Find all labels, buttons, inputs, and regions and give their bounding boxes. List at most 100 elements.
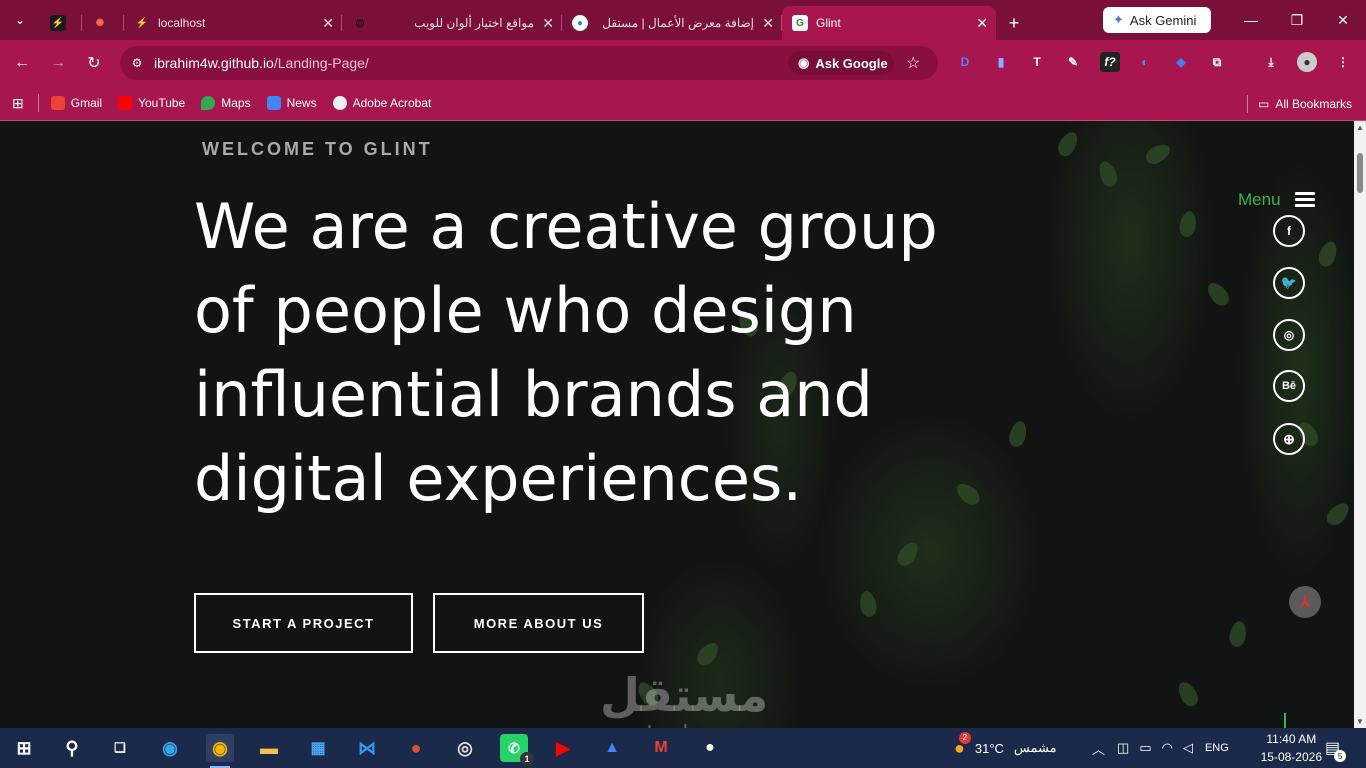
github-icon[interactable]: ● <box>696 734 724 762</box>
apps-grid-icon[interactable]: ⊞ <box>12 95 24 112</box>
extension-d-icon[interactable]: D <box>955 52 975 72</box>
extension-diamond-icon[interactable]: ◆ <box>1171 52 1191 72</box>
twitter-icon[interactable]: 🐦 <box>1273 267 1305 299</box>
bookmark-news[interactable]: News <box>266 96 317 110</box>
color-picker-icon[interactable]: ✎ <box>1063 52 1083 72</box>
address-bar[interactable]: ⚙ ibrahim4w.github.io/Landing-Page/ ◉ As… <box>120 46 938 80</box>
kebab-menu-icon[interactable]: ⋮ <box>1333 52 1353 72</box>
tab-localhost[interactable]: ⚡ localhost ✕ <box>124 6 342 40</box>
behance-icon[interactable]: Bē <box>1273 370 1305 402</box>
url-text[interactable]: ibrahim4w.github.io/Landing-Page/ <box>154 55 369 71</box>
extensions-puzzle-icon[interactable]: ⧉ <box>1207 52 1227 72</box>
close-icon[interactable]: ✕ <box>762 15 774 32</box>
bookmark-label: Maps <box>221 96 251 110</box>
site-info-icon[interactable]: ⚙ <box>120 56 154 70</box>
bookmark-gmail[interactable]: Gmail <box>50 96 102 110</box>
bookmark-adobe-acrobat[interactable]: Adobe Acrobat <box>332 96 432 110</box>
volume-icon[interactable]: ◁ <box>1183 740 1193 756</box>
whatsapp-icon[interactable]: ✆ 1 <box>500 734 534 766</box>
battery-icon[interactable]: ▭ <box>1139 740 1151 756</box>
weather-widget[interactable]: ● 2 31°C مشمس <box>954 728 1057 768</box>
mostaql-icon: ● <box>572 15 588 31</box>
store-icon[interactable]: ▦ <box>304 734 332 762</box>
facebook-icon[interactable]: f <box>1273 215 1305 247</box>
edge-icon[interactable]: ◉ <box>156 734 184 762</box>
new-tab-button[interactable]: + <box>996 6 1032 40</box>
search-icon[interactable]: ⚲ <box>58 734 86 762</box>
bookmark-maps[interactable]: Maps <box>201 96 251 110</box>
tab-mostaql[interactable]: ● إضافة معرض الأعمال | مستقل ✕ <box>562 6 782 40</box>
folder-icon: ▭ <box>1257 97 1270 111</box>
vscode-icon[interactable]: ⋈ <box>353 734 381 762</box>
notification-count: 5 <box>1334 750 1347 762</box>
font-extension-icon[interactable]: f? <box>1100 52 1120 72</box>
clock[interactable]: 11:40 AM 15-08-2026 <box>1261 730 1322 766</box>
dribbble-icon[interactable]: ⊕ <box>1273 423 1305 455</box>
tab-1[interactable]: ✺ <box>82 6 124 40</box>
hamburger-icon <box>1294 189 1315 210</box>
chrome-icon[interactable]: ◉ <box>206 734 234 768</box>
ask-gemini-button[interactable]: ✦ Ask Gemini <box>1103 7 1211 33</box>
profile-avatar[interactable]: ● <box>1297 52 1317 72</box>
close-icon: ✕ <box>1337 11 1349 28</box>
maps-icon <box>201 96 216 110</box>
browser-toolbar: ← → ↻ ⚙ ibrahim4w.github.io/Landing-Page… <box>0 40 1366 86</box>
system-tray: ︿ ◫ ▭ ◠ ◁ ENG <box>1092 728 1229 768</box>
close-icon[interactable]: ✕ <box>322 15 334 32</box>
close-icon[interactable]: ✕ <box>542 15 554 32</box>
download-icon[interactable]: ⤓ <box>1261 52 1281 72</box>
page-scrollbar[interactable]: ▲ ▼ <box>1354 121 1366 728</box>
chevron-up-icon[interactable]: ︿ <box>1092 739 1105 758</box>
camera-icon[interactable]: ◫ <box>1117 740 1129 756</box>
start-project-button[interactable]: START A PROJECT <box>194 593 413 653</box>
scroll-indicator <box>1284 713 1286 728</box>
google-drive-icon[interactable]: ▲ <box>598 734 626 762</box>
gemini-icon: ✦ <box>1113 12 1124 27</box>
bookmark-label: Adobe Acrobat <box>352 96 432 110</box>
postman-icon[interactable]: ● <box>402 734 430 762</box>
ask-google-button[interactable]: ◉ Ask Google <box>788 51 894 75</box>
close-icon[interactable]: ✕ <box>976 15 988 32</box>
extension-t-icon[interactable]: T <box>1027 52 1047 72</box>
chatgpt-icon[interactable]: ◎ <box>451 734 479 762</box>
tab-0[interactable]: ⚡ <box>40 6 82 40</box>
tab-web-colors[interactable]: ◎ مواقع اختيار ألوان للويب ✕ <box>342 6 562 40</box>
url-host: ibrahim4w.github.io <box>154 55 274 71</box>
bookmark-star-icon[interactable]: ☆ <box>906 53 920 73</box>
minimize-button[interactable]: — <box>1228 0 1274 40</box>
arrow-right-icon: → <box>50 54 66 71</box>
scrollbar-thumb[interactable] <box>1357 153 1363 193</box>
windows-start-icon[interactable]: ⊞ <box>10 734 38 762</box>
restore-icon: ❐ <box>1290 11 1304 28</box>
ask-gemini-label: Ask Gemini <box>1129 12 1197 28</box>
notifications-button[interactable]: ▤ 5 <box>1325 728 1347 768</box>
reload-button[interactable]: ↻ <box>76 45 112 81</box>
adobe-acrobat-icon[interactable]: ⅄ <box>1289 586 1321 618</box>
weather-temp: 31°C <box>974 740 1004 756</box>
instagram-icon[interactable]: ◎ <box>1273 319 1305 351</box>
youtube-icon[interactable]: ▶ <box>549 734 577 762</box>
tab-glint[interactable]: G Glint ✕ <box>782 6 996 40</box>
all-bookmarks-button[interactable]: ▭ All Bookmarks <box>1246 95 1352 113</box>
scroll-up-icon[interactable]: ▲ <box>1356 123 1364 132</box>
close-window-button[interactable]: ✕ <box>1320 0 1366 40</box>
more-about-us-button[interactable]: MORE ABOUT US <box>433 593 644 653</box>
extension-swirl-icon[interactable]: ◐ <box>1135 52 1155 72</box>
gmail-icon[interactable]: M <box>647 734 675 762</box>
bookmark-youtube[interactable]: YouTube <box>118 96 185 110</box>
language-indicator[interactable]: ENG <box>1205 742 1229 754</box>
scroll-down-icon[interactable]: ▼ <box>1356 717 1364 726</box>
sun-icon: ● 2 <box>954 731 971 759</box>
forward-button[interactable]: → <box>40 45 76 81</box>
wifi-icon[interactable]: ◠ <box>1162 740 1173 756</box>
file-explorer-icon[interactable]: ▬ <box>255 734 283 762</box>
back-button[interactable]: ← <box>4 45 40 81</box>
menu-toggle[interactable]: Menu <box>1238 189 1315 210</box>
task-view-icon[interactable]: ❏ <box>106 734 134 762</box>
tab-search-button[interactable]: ⌄ <box>0 0 40 40</box>
restore-button[interactable]: ❐ <box>1274 0 1320 40</box>
extension-doc-icon[interactable]: ▮ <box>991 52 1011 72</box>
menu-label: Menu <box>1238 189 1281 209</box>
watermark-arabic: مستقل <box>600 668 769 722</box>
url-path: /Landing-Page/ <box>273 55 369 71</box>
